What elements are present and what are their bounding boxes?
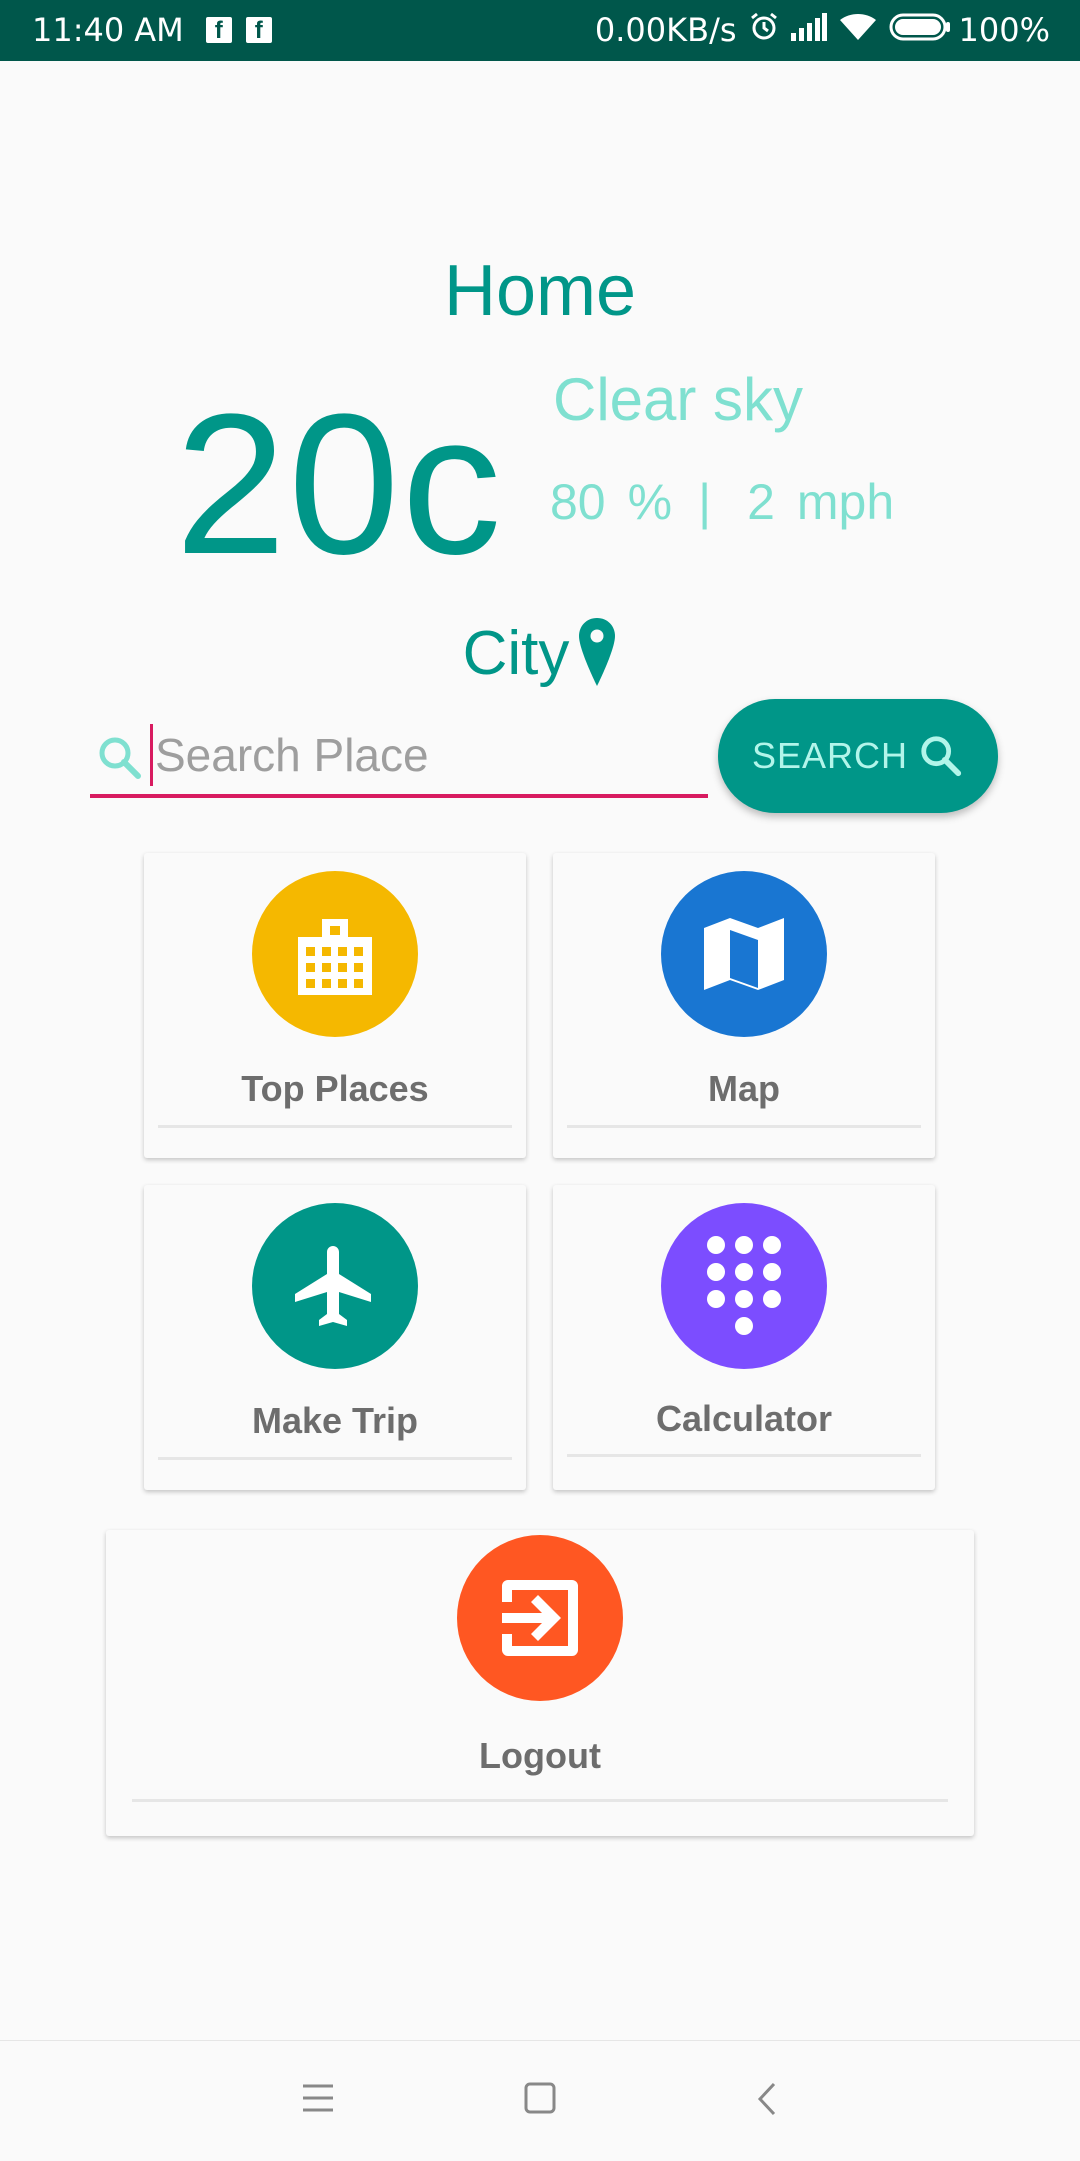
- navigation-bar: [0, 2040, 1080, 2161]
- make-trip-card[interactable]: Make Trip: [144, 1185, 526, 1490]
- location-pin-icon: [579, 617, 616, 686]
- status-time: 11:40: [32, 11, 125, 49]
- top-places-label: Top Places: [241, 1068, 429, 1109]
- calculator-icon-circle: [661, 1203, 827, 1369]
- calculator-label: Calculator: [655, 1398, 833, 1439]
- status-bar-left: 11:40 AM f f: [32, 11, 272, 49]
- search-input[interactable]: [150, 724, 705, 786]
- network-speed: 0.00KB/s: [594, 11, 737, 49]
- card-divider: [567, 1125, 921, 1128]
- card-divider: [132, 1799, 948, 1802]
- city-location[interactable]: City: [0, 617, 1080, 689]
- airplane-icon: [295, 1246, 371, 1326]
- search-button-label: SEARCH: [751, 735, 909, 776]
- card-divider: [567, 1454, 921, 1457]
- city-name: City: [462, 619, 570, 688]
- search-field[interactable]: [90, 718, 708, 798]
- wifi-icon: [839, 11, 877, 49]
- search-icon: [921, 736, 962, 777]
- map-icon-circle: [661, 871, 827, 1037]
- city-building-icon: [298, 919, 372, 995]
- battery-icon: [889, 11, 951, 49]
- humidity-value: 80: [550, 474, 606, 530]
- card-divider: [158, 1125, 512, 1128]
- dialpad-icon: [707, 1236, 781, 1335]
- weather-description: Clear sky: [553, 366, 804, 433]
- alarm-icon: [749, 11, 779, 49]
- status-bar-right: 0.00KB/s 100%: [595, 11, 1050, 49]
- make-trip-label: Make Trip: [251, 1400, 419, 1441]
- temperature: 20c: [175, 373, 504, 596]
- make-trip-icon-circle: [252, 1203, 418, 1369]
- facebook-notification-icon: f: [205, 17, 232, 44]
- logout-icon-circle: [457, 1535, 623, 1701]
- back-icon[interactable]: [752, 2081, 782, 2122]
- home-icon[interactable]: [523, 2081, 557, 2120]
- status-bar: 11:40 AM f f 0.00KB/s 100%: [0, 0, 1080, 61]
- card-divider: [158, 1457, 512, 1460]
- calculator-card[interactable]: Calculator: [553, 1185, 935, 1490]
- signal-icon: [790, 11, 827, 49]
- map-label: Map: [708, 1068, 780, 1109]
- wind-value: 2: [747, 474, 775, 530]
- logout-card[interactable]: Logout: [106, 1530, 974, 1836]
- page-title: Home: [443, 251, 637, 331]
- map-icon: [704, 918, 784, 990]
- search-icon: [96, 734, 144, 787]
- top-places-card[interactable]: Top Places: [144, 853, 526, 1158]
- facebook-notification-icon: f: [245, 17, 272, 44]
- top-places-icon-circle: [252, 871, 418, 1037]
- map-card[interactable]: Map: [553, 853, 935, 1158]
- search-button[interactable]: SEARCH: [718, 699, 998, 813]
- logout-label: Logout: [479, 1735, 601, 1776]
- weather-details: 80 % | 2 mph: [550, 473, 894, 531]
- exit-icon: [502, 1580, 578, 1656]
- status-ampm: AM: [134, 11, 184, 49]
- menu-icon[interactable]: [300, 2081, 336, 2120]
- humidity-unit: %: [627, 474, 673, 530]
- wind-unit: mph: [796, 474, 895, 530]
- battery-percent: 100%: [958, 11, 1050, 49]
- separator: |: [698, 474, 712, 530]
